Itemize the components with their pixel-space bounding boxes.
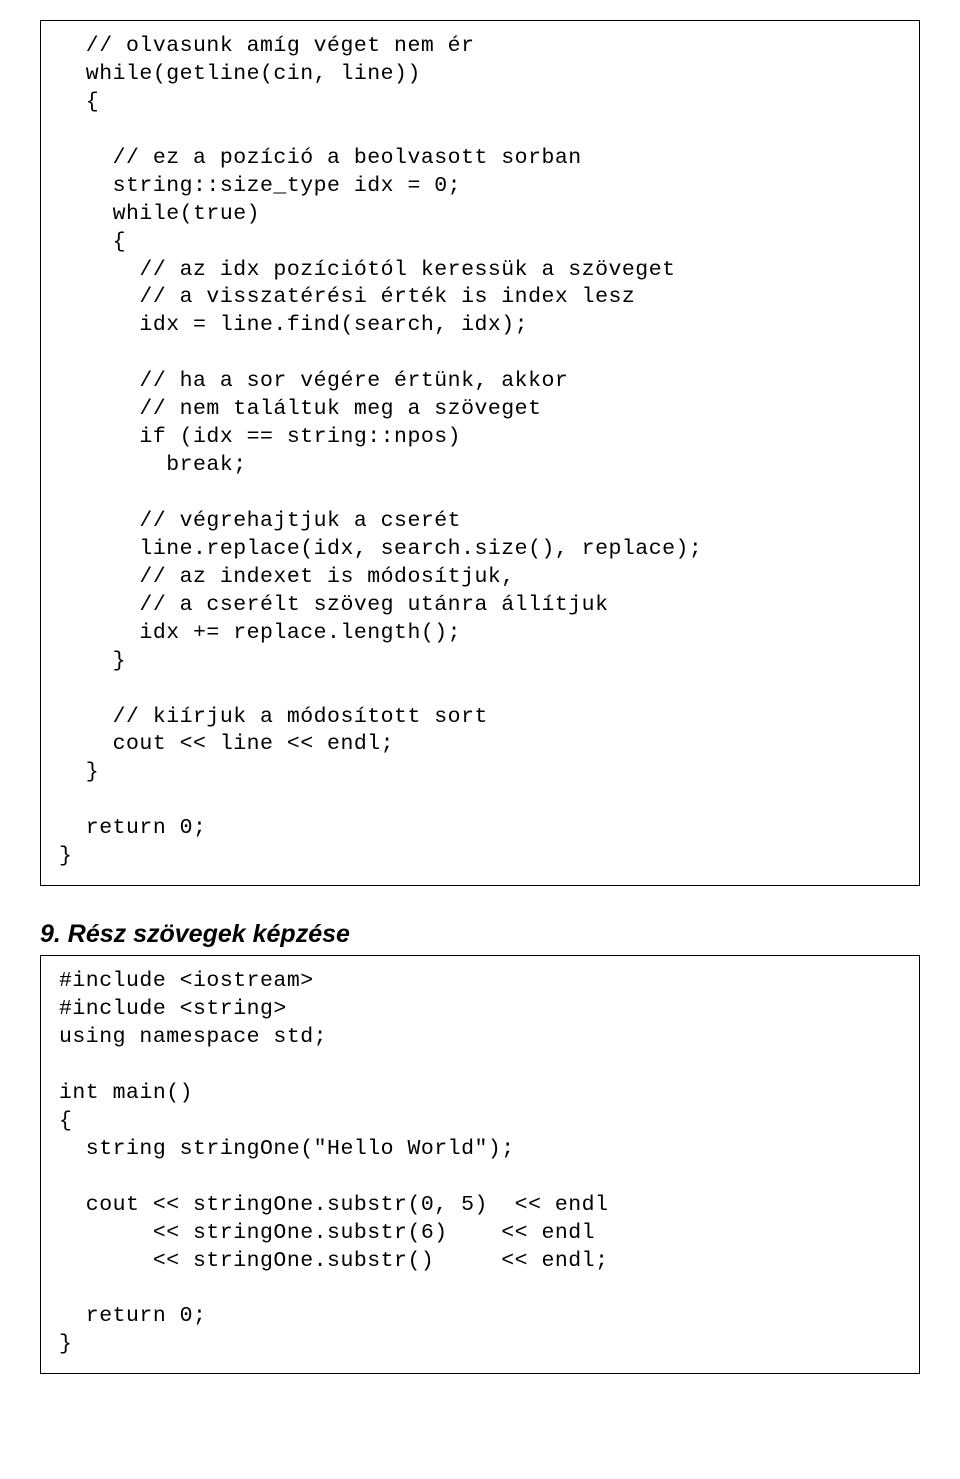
code-block-1: // olvasunk amíg véget nem ér while(getl… (40, 20, 920, 886)
code-block-2: #include <iostream> #include <string> us… (40, 955, 920, 1374)
section-heading: 9. Rész szövegek képzése (40, 920, 920, 949)
